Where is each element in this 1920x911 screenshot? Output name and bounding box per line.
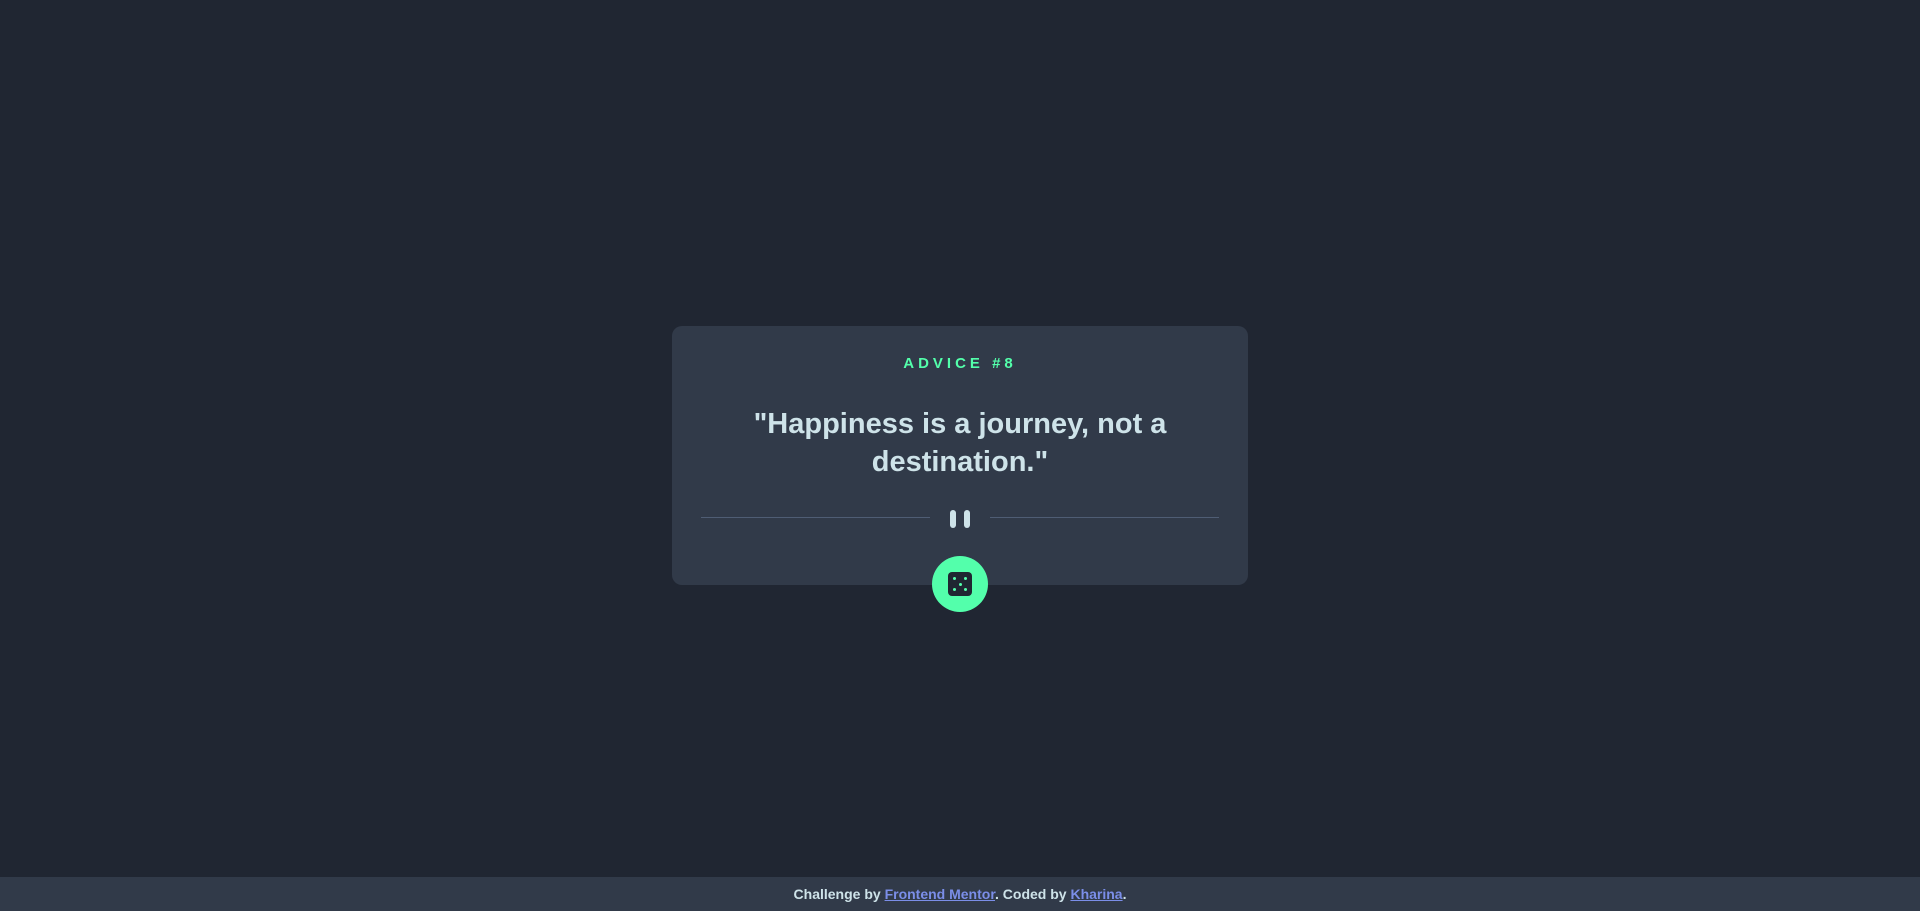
new-advice-button[interactable]: [932, 556, 988, 612]
pause-icon: [948, 510, 972, 528]
dice-pip: [964, 588, 967, 591]
footer-suffix: .: [1122, 886, 1127, 902]
footer-middle: . Coded by: [995, 886, 1071, 902]
advice-quote: "Happiness is a journey, not a destinati…: [753, 408, 1167, 478]
dice-icon: [948, 572, 972, 596]
divider-line-left: [701, 517, 930, 518]
attribution-footer: Challenge by Frontend Mentor. Coded by K…: [0, 877, 1920, 911]
dice-pip: [953, 577, 956, 580]
divider-line-right: [990, 517, 1219, 518]
dice-pip: [958, 582, 962, 586]
page: ADVICE #8 "Happiness is a journey, not a…: [0, 0, 1920, 911]
advice-number: ADVICE #8: [903, 355, 1017, 372]
frontend-mentor-link[interactable]: Frontend Mentor: [885, 886, 995, 902]
pattern-divider: [701, 510, 1219, 528]
footer-prefix: Challenge by: [793, 886, 885, 902]
advice-card: ADVICE #8 "Happiness is a journey, not a…: [672, 326, 1248, 585]
author-link[interactable]: Kharina: [1070, 886, 1122, 902]
pause-icon-bar-right: [964, 510, 970, 528]
dice-pip: [964, 577, 967, 580]
pause-icon-bar-left: [950, 510, 956, 528]
dice-pip: [953, 588, 956, 591]
